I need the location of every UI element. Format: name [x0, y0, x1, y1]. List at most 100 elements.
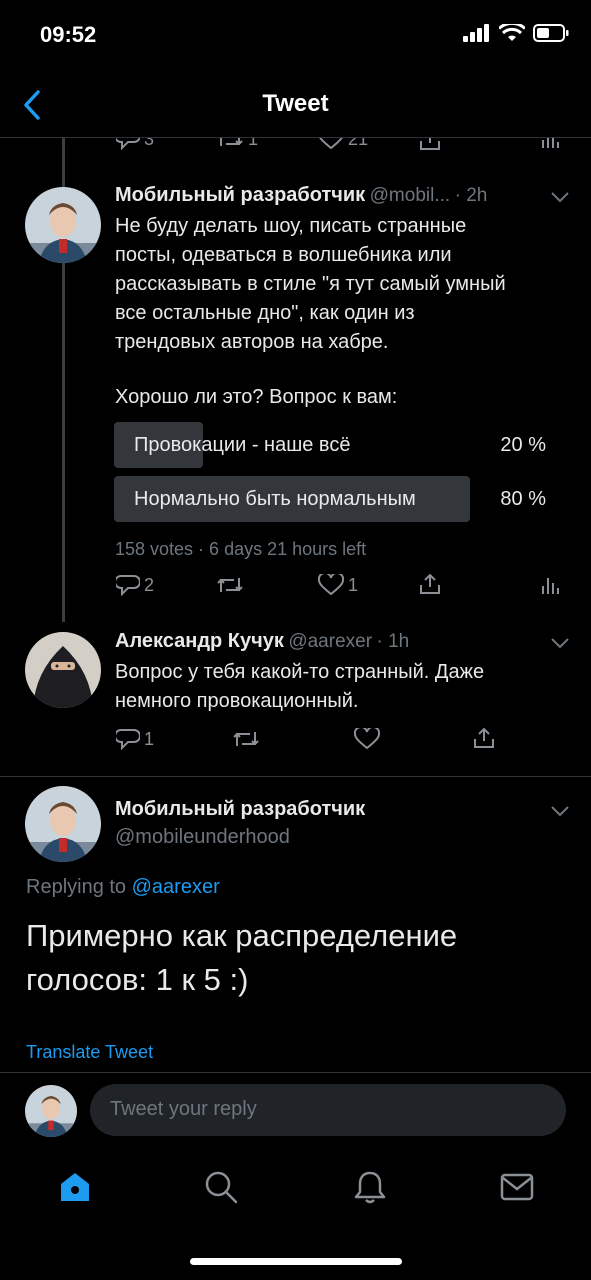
avatar-image [25, 632, 101, 708]
tweet-time: · 1h [376, 631, 410, 652]
reply-input[interactable]: Tweet your reply [90, 1084, 566, 1136]
tweet-text-line: посты, одеваться в волшебника или [115, 244, 452, 266]
tweet-text-line: Не буду делать шоу, писать странные [115, 215, 467, 237]
avatar-image [25, 786, 101, 862]
tweet-text: Не буду делать шоу, писать странные пост… [115, 212, 575, 357]
like-action[interactable]: 1 [318, 574, 358, 596]
poll-question: Хорошо ли это? Вопрос к вам: [115, 386, 398, 408]
like-action[interactable] [354, 728, 380, 750]
reply-icon [116, 138, 140, 150]
replying-to-handle[interactable]: @aarexer [132, 876, 220, 898]
notifications-icon [354, 1171, 386, 1204]
thread-line [62, 262, 65, 622]
avatar[interactable] [25, 786, 101, 862]
avatar-image [25, 1085, 77, 1137]
page-title: Tweet [262, 90, 329, 117]
analytics-icon [542, 138, 559, 148]
author-handle[interactable]: @mobil... [370, 185, 451, 206]
reply-icon [116, 575, 140, 596]
retweet-icon [233, 732, 259, 746]
reply-action[interactable]: 3 [116, 138, 154, 150]
analytics-action[interactable] [540, 574, 560, 596]
share-action[interactable] [418, 572, 442, 596]
share-icon [420, 573, 440, 594]
replying-to: Replying to @aarexer [26, 876, 220, 899]
chevron-down-icon[interactable] [550, 804, 570, 818]
reply-action[interactable]: 1 [116, 728, 154, 750]
reply-count: 3 [144, 138, 155, 149]
analytics-icon [542, 578, 559, 594]
author-handle[interactable]: @aarexer [288, 631, 372, 652]
tab-search[interactable] [204, 1170, 238, 1209]
top-partial-actions: 3 1 21 [0, 138, 591, 152]
main-tweet-text: Примерно как распределение голосов: 1 к … [26, 914, 576, 1002]
retweet-action[interactable]: 1 [216, 138, 258, 150]
retweet-count: 1 [248, 138, 259, 149]
heart-icon [319, 138, 343, 150]
chevron-down-icon[interactable] [550, 636, 570, 650]
tweet-text: Вопрос у тебя какой-то странный. Даже не… [115, 658, 575, 716]
author-name[interactable]: Мобильный разработчик [115, 798, 365, 821]
like-count: 21 [348, 138, 369, 149]
share-action[interactable] [418, 138, 442, 152]
tweet-text-line: Вопрос у тебя какой-то странный. Даже [115, 661, 485, 683]
divider [0, 776, 591, 777]
signal-icon [463, 24, 489, 42]
main-tweet-line: голосов: 1 к 5 :) [26, 962, 249, 997]
heart-icon [354, 728, 380, 750]
tab-notifications[interactable] [354, 1170, 386, 1209]
poll-option-label: Нормально быть нормальным [134, 488, 416, 510]
tweet-time: · 2h [454, 185, 488, 206]
wifi-icon [499, 24, 525, 41]
poll-meta: 158 votes · 6 days 21 hours left [115, 539, 367, 559]
poll: Провокации - наше всё 20 % Нормально быт… [114, 422, 564, 522]
avatar[interactable] [25, 187, 101, 263]
heart-icon [318, 574, 344, 596]
divider [0, 1072, 591, 1073]
home-icon [61, 1173, 89, 1201]
reply-icon [116, 729, 140, 750]
retweet-icon [217, 578, 243, 592]
like-action[interactable]: 21 [318, 138, 368, 150]
author-name[interactable]: Александр Кучук [115, 630, 284, 652]
share-icon [474, 727, 494, 748]
tweet-text-line: трендовых авторов на хабре. [115, 331, 389, 353]
avatar[interactable] [25, 632, 101, 708]
thread-line [62, 138, 65, 188]
tweet-text-line: все остальные дно", как один из [115, 302, 415, 324]
author-handle[interactable]: @mobileunderhood [115, 826, 290, 849]
poll-option-percent: 80 % [500, 488, 546, 510]
tweet-header: Александр Кучук @aarexer · 1h [115, 630, 409, 653]
translate-link[interactable]: Translate Tweet [26, 1042, 153, 1063]
tweet-text-line: немного провокационный. [115, 690, 359, 712]
status-icons [463, 24, 569, 42]
like-count: 1 [348, 574, 359, 595]
reply-count: 1 [144, 728, 155, 749]
tweet-text-line: рассказывать в стиле "я тут самый умный [115, 273, 506, 295]
poll-option-label: Провокации - наше всё [134, 434, 351, 456]
retweet-action[interactable] [216, 574, 244, 596]
analytics-action[interactable] [540, 138, 560, 150]
search-icon [205, 1171, 238, 1204]
reply-action[interactable]: 2 [116, 574, 154, 596]
battery-icon [533, 24, 569, 42]
retweet-action[interactable] [232, 728, 260, 750]
reply-count: 2 [144, 574, 155, 595]
avatar-image [25, 187, 101, 263]
status-time: 09:52 [40, 22, 97, 47]
tweet-header: Мобильный разработчик @mobil... · 2h [115, 184, 487, 207]
avatar [25, 1085, 77, 1137]
messages-icon [500, 1173, 534, 1201]
tab-home[interactable] [58, 1170, 92, 1209]
author-name[interactable]: Мобильный разработчик [115, 184, 365, 206]
chevron-down-icon[interactable] [550, 190, 570, 204]
main-tweet-line: Примерно как распределение [26, 918, 458, 953]
retweet-icon [220, 138, 243, 146]
poll-option-percent: 20 % [500, 434, 546, 456]
home-indicator [190, 1258, 402, 1265]
replying-to-label: Replying to [26, 876, 132, 898]
reply-placeholder: Tweet your reply [110, 1098, 257, 1120]
tab-messages[interactable] [500, 1172, 534, 1207]
share-action[interactable] [472, 726, 496, 750]
share-icon [420, 138, 440, 150]
